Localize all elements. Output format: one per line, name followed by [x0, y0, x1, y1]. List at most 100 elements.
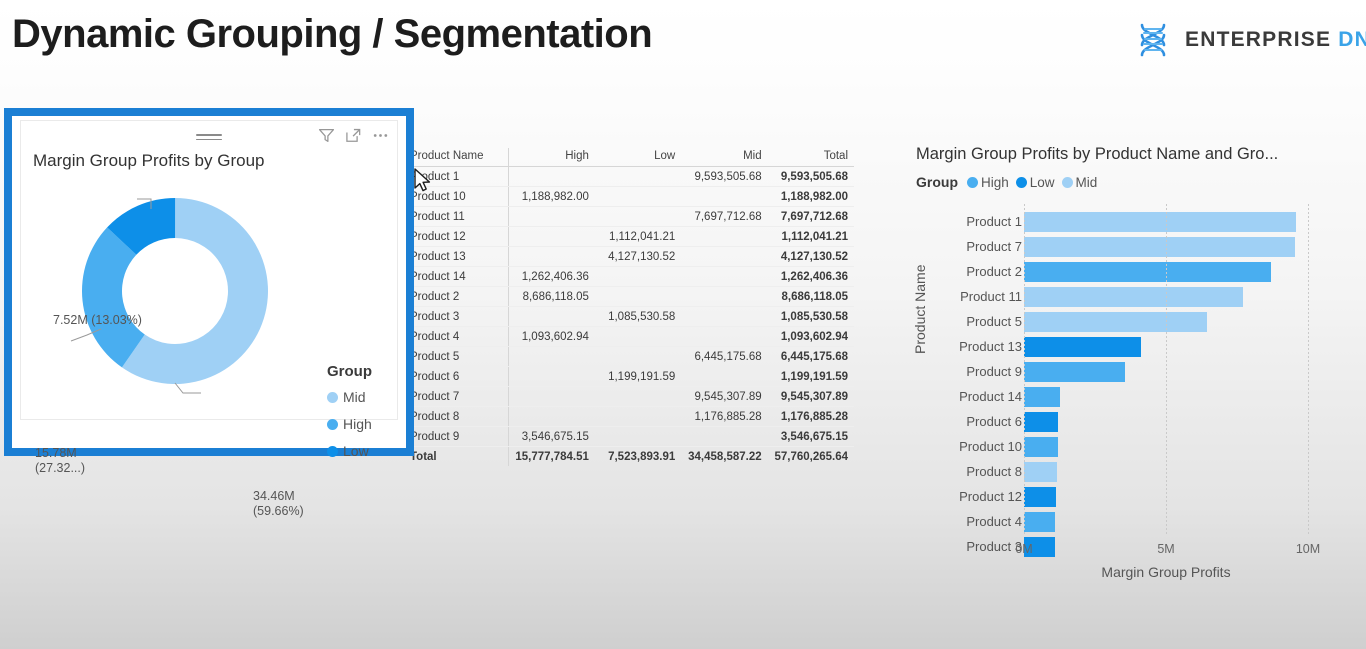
bar-row: Product 10	[916, 435, 1366, 460]
bar-product-5[interactable]	[1024, 312, 1208, 332]
bar-row: Product 7	[916, 235, 1366, 260]
bar-product-7[interactable]	[1024, 237, 1296, 257]
cell-mid: 9,593,505.68	[681, 166, 768, 187]
bar-product-4[interactable]	[1024, 512, 1056, 532]
donut-label-mid: 34.46M (59.66%)	[253, 489, 304, 519]
drag-handle-icon[interactable]	[196, 134, 222, 142]
column-header-low[interactable]: Low	[594, 148, 682, 167]
cell-mid: 6,445,175.68	[681, 346, 768, 367]
filter-icon[interactable]	[318, 127, 335, 144]
bar-category-label[interactable]: Product 4	[966, 514, 1022, 529]
bar-category-label[interactable]: Product 14	[959, 389, 1022, 404]
matrix-table: Product Name High Low Mid Total Product …	[406, 148, 854, 466]
bar-product-9[interactable]	[1024, 362, 1125, 382]
bar-category-label[interactable]: Product 6	[966, 414, 1022, 429]
donut-legend-item-low[interactable]: Low	[327, 443, 372, 459]
table-row[interactable]: Product 4 1,093,602.94 1,093,602.94	[406, 326, 854, 347]
cell-product-name: Product 2	[406, 286, 509, 307]
bar-product-2[interactable]	[1024, 262, 1271, 282]
table-row[interactable]: Product 6 1,199,191.59 1,199,191.59	[406, 366, 854, 387]
bar-category-label[interactable]: Product 10	[959, 439, 1022, 454]
cell-high	[508, 406, 595, 427]
table-row[interactable]: Product 12 1,112,041.21 1,112,041.21	[406, 226, 854, 247]
bar-legend-label: High	[981, 174, 1009, 190]
bar-legend-item-low[interactable]: Low	[1015, 175, 1055, 190]
column-header-product-name[interactable]: Product Name	[406, 148, 509, 167]
table-row[interactable]: Product 9 3,546,675.15 3,546,675.15	[406, 426, 854, 447]
bar-legend-item-mid[interactable]: Mid	[1061, 174, 1098, 190]
cell-mid	[681, 286, 768, 307]
bar-row: Product 6	[916, 410, 1366, 435]
column-header-high[interactable]: High	[508, 148, 595, 167]
cell-low	[594, 426, 682, 447]
column-header-mid[interactable]: Mid	[681, 148, 768, 167]
bar-product-8[interactable]	[1024, 462, 1058, 482]
bar-category-label[interactable]: Product 7	[966, 239, 1022, 254]
donut-legend-item-high[interactable]: High	[327, 416, 372, 432]
cell-total: 1,085,530.58	[767, 306, 854, 327]
table-row[interactable]: Product 1 9,593,505.68 9,593,505.68	[406, 166, 854, 187]
table-row[interactable]: Product 8 1,176,885.28 1,176,885.28	[406, 406, 854, 427]
bar-category-label[interactable]: Product 2	[966, 264, 1022, 279]
cell-low	[594, 346, 682, 367]
donut-legend-label: High	[343, 416, 372, 432]
cell-low: 1,085,530.58	[594, 306, 682, 327]
table-row[interactable]: Product 7 9,545,307.89 9,545,307.89	[406, 386, 854, 407]
donut-legend-label: Low	[343, 443, 369, 459]
bar-category-label[interactable]: Product 12	[959, 489, 1022, 504]
bar-category-label[interactable]: Product 3	[966, 539, 1022, 554]
donut-title: Margin Group Profits by Group	[33, 151, 265, 170]
bar-category-label[interactable]: Product 9	[966, 364, 1022, 379]
bar-category-label[interactable]: Product 1	[966, 214, 1022, 229]
bar-product-11[interactable]	[1024, 287, 1243, 307]
cell-mid	[681, 246, 768, 267]
table-row[interactable]: Product 2 8,686,118.05 8,686,118.05	[406, 286, 854, 307]
donut-chart[interactable]	[25, 173, 325, 423]
table-row[interactable]: Product 10 1,188,982.00 1,188,982.00	[406, 186, 854, 207]
donut-label-high-line2: (27.32...)	[35, 461, 86, 475]
bar-row: Product 13	[916, 335, 1366, 360]
table-row[interactable]: Product 5 6,445,175.68 6,445,175.68	[406, 346, 854, 367]
donut-legend-title: Group	[327, 363, 372, 380]
table-row[interactable]: Product 13 4,127,130.52 4,127,130.52	[406, 246, 854, 267]
more-options-icon[interactable]	[372, 127, 389, 144]
bar-product-13[interactable]	[1024, 337, 1142, 357]
bar-category-label[interactable]: Product 5	[966, 314, 1022, 329]
logo-text-enterprise: ENTERPRISE	[1185, 28, 1332, 51]
table-row[interactable]: Product 11 7,697,712.68 7,697,712.68	[406, 206, 854, 227]
column-header-total[interactable]: Total	[767, 148, 854, 167]
cell-high: 3,546,675.15	[508, 426, 595, 447]
table-row[interactable]: Product 14 1,262,406.36 1,262,406.36	[406, 266, 854, 287]
donut-label-high: 15.78M (27.32...)	[35, 446, 85, 476]
bar-category-label[interactable]: Product 8	[966, 464, 1022, 479]
cell-high	[508, 246, 595, 267]
bar-product-12[interactable]	[1024, 487, 1056, 507]
bar-category-label[interactable]: Product 11	[960, 289, 1022, 304]
logo-text-dna: DNA	[1338, 28, 1366, 51]
focus-mode-icon[interactable]	[345, 127, 362, 144]
bar-row: Product 2	[916, 260, 1366, 285]
margin-group-donut-visual[interactable]: Margin Group Profits by Group 7.52M (13.…	[4, 108, 414, 518]
legend-swatch-icon	[967, 176, 978, 188]
bar-legend-item-high[interactable]: High	[967, 175, 1009, 190]
margin-group-bar-visual[interactable]: Margin Group Profits by Product Name and…	[912, 145, 1366, 635]
bar-legend-label: Mid	[1075, 174, 1098, 190]
bar-product-1[interactable]	[1024, 212, 1297, 232]
bar-product-6[interactable]	[1024, 412, 1059, 432]
bar-product-14[interactable]	[1024, 387, 1060, 407]
gridline	[1166, 204, 1167, 536]
table-row[interactable]: Product 3 1,085,530.58 1,085,530.58	[406, 306, 854, 327]
cell-low: 4,127,130.52	[594, 246, 682, 267]
gridline	[1024, 204, 1025, 536]
bar-category-label[interactable]: Product 13	[959, 339, 1022, 354]
donut-legend-item-mid[interactable]: Mid	[327, 389, 372, 405]
cell-product-name: Product 11	[406, 206, 509, 227]
bar-product-10[interactable]	[1024, 437, 1058, 457]
margin-group-matrix-visual[interactable]: Product Name High Low Mid Total Product …	[406, 148, 854, 466]
cell-total: 7,697,712.68	[767, 206, 854, 227]
cell-total: 3,546,675.15	[767, 426, 854, 447]
bar-legend-title: Group	[916, 174, 958, 190]
legend-swatch-icon	[1061, 176, 1073, 188]
cell-product-name: Product 6	[406, 366, 509, 387]
cell-mid: 9,545,307.89	[681, 386, 768, 407]
